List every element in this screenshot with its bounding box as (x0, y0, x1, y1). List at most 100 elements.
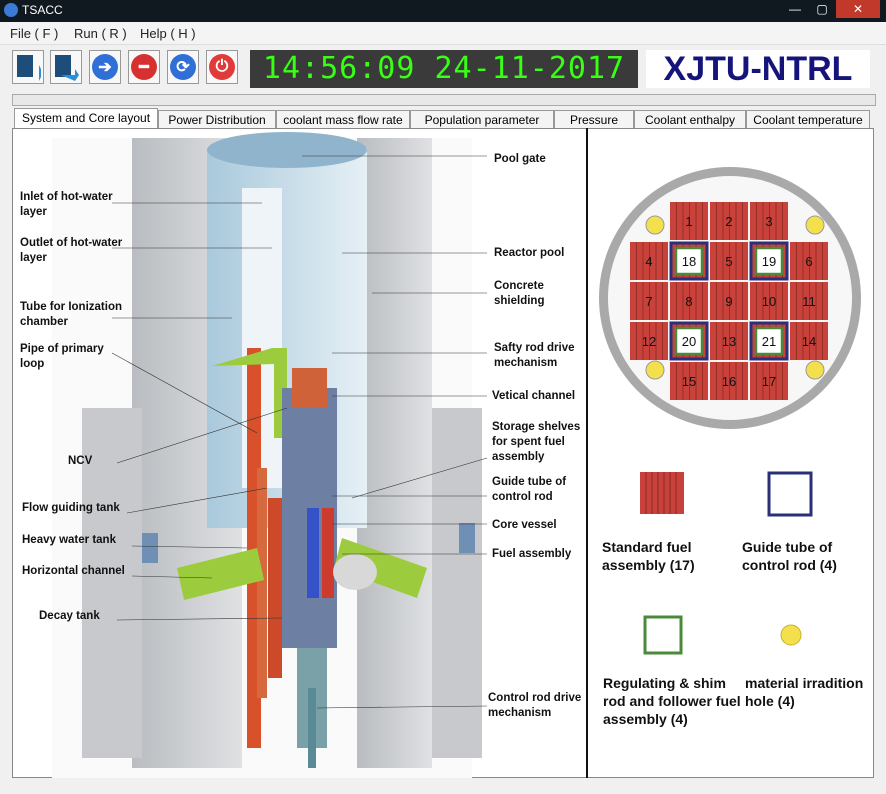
core-cell-number: 21 (762, 334, 776, 349)
export-icon (55, 55, 79, 81)
tab-population-parameter[interactable]: Population parameter (410, 110, 554, 128)
stop-button[interactable]: ━ (128, 50, 160, 84)
core-cell-number: 15 (682, 374, 696, 389)
core-cell: 17 (750, 362, 788, 400)
core-cell-number: 4 (645, 254, 652, 269)
export-button[interactable] (50, 50, 82, 84)
label-concrete-shielding: Concrete shielding (494, 280, 545, 307)
label-reactor-pool: Reactor pool (494, 247, 565, 259)
core-cell: 20 (669, 321, 709, 361)
core-cell-number: 18 (682, 254, 696, 269)
menu-file[interactable]: File ( F ) (10, 26, 58, 41)
label-horizontal-channel: Horizontal channel (22, 565, 125, 577)
label-decay-tank: Decay tank (39, 610, 100, 622)
legend-standard-fuel-swatch (640, 472, 684, 514)
core-layout-diagram: 1 2 34 18 5 19 67 8 9 10 1112 20 13 21 1415 16 17 (599, 167, 861, 429)
import-icon (17, 55, 41, 81)
core-cell-number: 16 (722, 374, 736, 389)
core-cell: 10 (750, 282, 788, 320)
legend-regulating-rod: Regulating & shim rod and follower fuel … (603, 675, 741, 727)
core-cell: 19 (749, 241, 789, 281)
core-cell: 9 (710, 282, 748, 320)
arrow-right-icon: ➔ (92, 54, 118, 80)
label-control-rod-drive: Control rod drive mechanism (488, 692, 582, 719)
label-flow-guiding-tank: Flow guiding tank (22, 502, 120, 514)
legend-irradiation-hole-swatch (780, 624, 802, 646)
menu-help[interactable]: Help ( H ) (140, 26, 196, 41)
core-cell: 1 (670, 202, 708, 240)
legend-guide-tube: Guide tube of control rod (4) (742, 539, 837, 573)
core-cell-number: 14 (802, 334, 816, 349)
progress-bar (12, 94, 876, 106)
core-cell: 2 (710, 202, 748, 240)
label-ionization-tube: Tube for Ionization chamber (20, 301, 122, 328)
core-cell-number: 8 (685, 294, 692, 309)
tab-coolant-temperature[interactable]: Coolant temperature (746, 110, 870, 128)
power-button[interactable]: ⏻ (206, 50, 238, 84)
core-cell: 16 (710, 362, 748, 400)
stop-icon: ━ (131, 54, 157, 80)
refresh-icon: ⟳ (170, 54, 196, 80)
tab-strip: System and Core layout Power Distributio… (12, 108, 874, 129)
core-cell-number: 2 (725, 214, 732, 229)
import-button[interactable] (12, 50, 44, 84)
label-storage-shelves: Storage shelves for spent fuel assembly (492, 421, 581, 463)
core-cell: 6 (790, 242, 828, 280)
core-cell-number: 12 (642, 334, 656, 349)
core-cell: 12 (630, 322, 668, 360)
core-cell-number: 10 (762, 294, 776, 309)
core-cell-number: 7 (645, 294, 652, 309)
tab-coolant-mass-flow[interactable]: coolant mass flow rate (276, 110, 410, 128)
legend-standard-fuel: Standard fuel assembly (17) (602, 539, 695, 573)
core-cell: 4 (630, 242, 668, 280)
reactor-illustration: Inlet of hot-water layer Outlet of hot-w… (12, 128, 586, 778)
core-cell: 8 (670, 282, 708, 320)
core-cell: 21 (749, 321, 789, 361)
legend-guide-tube-swatch (767, 471, 813, 517)
core-layout: 1 2 3 4 18 5 19 6 7 8 9 10 11 12 20 13 21 14 15 16 17 (590, 130, 874, 460)
power-icon: ⏻ (209, 54, 235, 80)
label-pool-gate: Pool gate (494, 153, 546, 165)
label-heavy-water-tank: Heavy water tank (22, 534, 116, 546)
core-cell: 15 (670, 362, 708, 400)
label-ncv: NCV (68, 455, 93, 467)
label-fuel-assembly: Fuel assembly (492, 548, 572, 560)
menu-bar: File ( F ) Run ( R ) Help ( H ) (0, 22, 886, 45)
run-button[interactable]: ➔ (89, 50, 121, 84)
app-icon (4, 3, 18, 17)
label-inlet-hot-water: Inlet of hot-water layer (20, 191, 113, 218)
label-vertical-channel: Vetical channel (492, 390, 576, 402)
tab-system-core-layout[interactable]: System and Core layout (14, 108, 158, 129)
label-core-vessel: Core vessel (492, 519, 557, 531)
label-guide-tube: Guide tube of control rod (492, 476, 567, 503)
label-safety-rod-drive: Safty rod drive mechanism (494, 342, 575, 369)
core-cell: 18 (669, 241, 709, 281)
core-cell-number: 20 (682, 334, 696, 349)
clock-display: 14:56:09 24-11-2017 (250, 50, 638, 88)
label-outlet-hot-water: Outlet of hot-water layer (20, 237, 123, 264)
core-cell: 14 (790, 322, 828, 360)
tab-coolant-enthalpy[interactable]: Coolant enthalpy (634, 110, 746, 128)
legend-regulating-rod-swatch (643, 615, 683, 655)
core-cell-number: 17 (762, 374, 776, 389)
core-cell-number: 5 (725, 254, 732, 269)
core-cell-number: 11 (802, 294, 816, 309)
label-primary-loop-pipe: Pipe of primary loop (20, 343, 104, 370)
core-cell-number: 19 (762, 254, 776, 269)
close-button[interactable]: ✕ (836, 0, 880, 18)
legend-irradiation-hole: material irradition hole (4) (745, 675, 864, 709)
tab-pressure[interactable]: Pressure (554, 110, 634, 128)
refresh-button[interactable]: ⟳ (167, 50, 199, 84)
minimize-button[interactable]: — (782, 0, 808, 18)
core-cell-number: 3 (765, 214, 772, 229)
tab-power-distribution[interactable]: Power Distribution (158, 110, 276, 128)
core-cell-number: 9 (725, 294, 732, 309)
menu-run[interactable]: Run ( R ) (74, 26, 127, 41)
brand-logo: XJTU-NTRL (646, 50, 870, 88)
core-cell-number: 13 (722, 334, 736, 349)
core-cell-number: 1 (685, 214, 692, 229)
window-title: TSACC (22, 3, 63, 17)
title-bar: TSACC — ▢ ✕ (0, 0, 886, 22)
core-cell: 13 (710, 322, 748, 360)
maximize-button[interactable]: ▢ (809, 0, 835, 18)
